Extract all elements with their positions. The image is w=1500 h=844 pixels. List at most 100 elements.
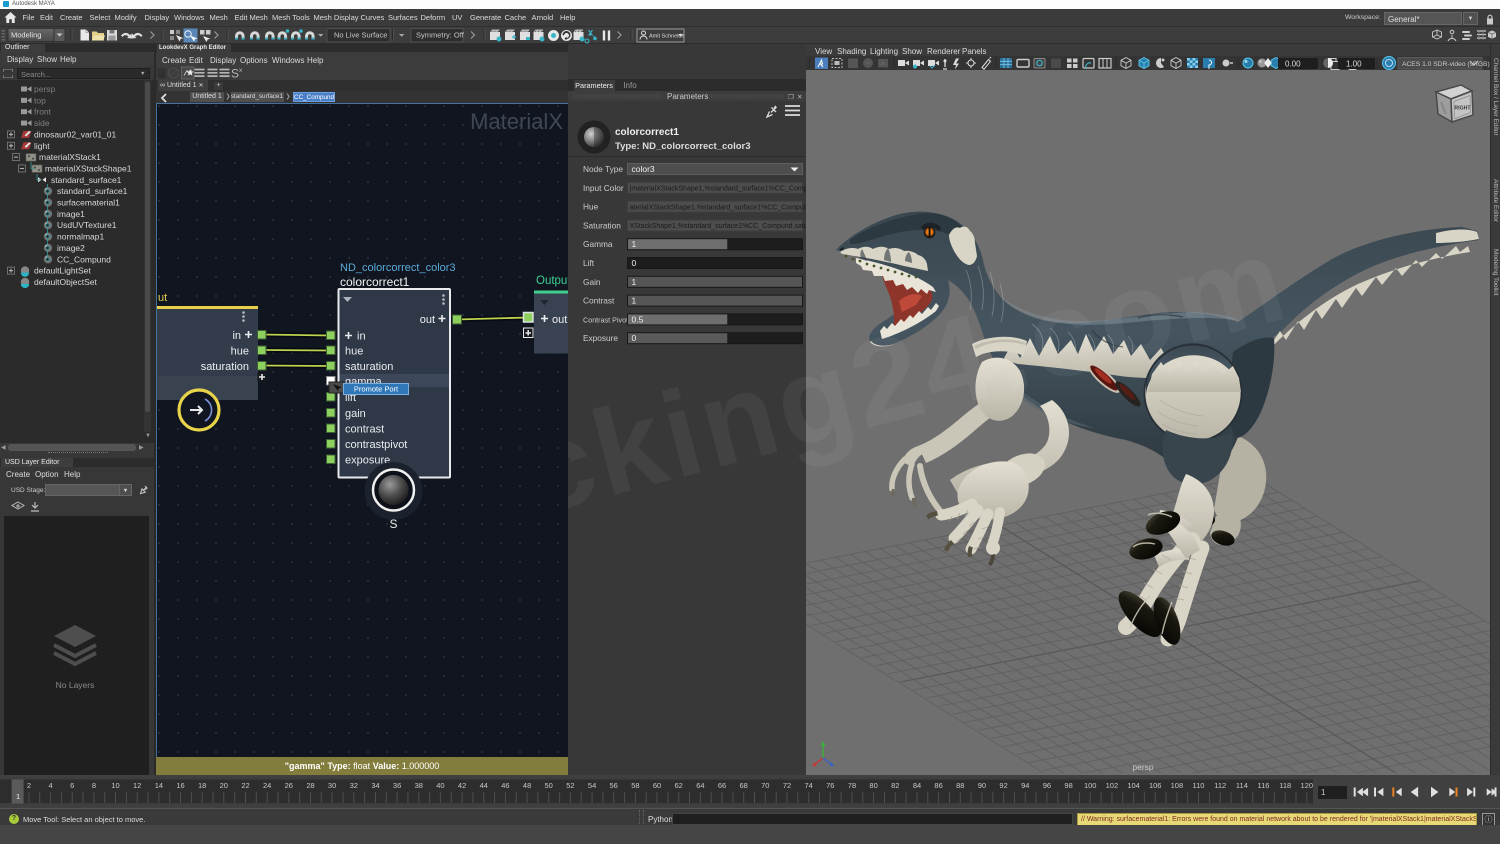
svg-text:Input Color: Input Color [583,183,624,193]
svg-text:Output: Output [536,275,569,287]
svg-text:side: side [34,118,50,128]
svg-text:28: 28 [306,781,314,790]
svg-text:12: 12 [133,781,141,790]
svg-text:S: S [231,67,239,81]
svg-text:Node Type: Node Type [583,164,623,174]
svg-text:contrastpivot: contrastpivot [345,439,407,451]
svg-text:62: 62 [675,781,683,790]
svg-text:4: 4 [49,781,53,790]
svg-text:standard_surface1: standard_surface1 [51,175,122,185]
svg-text:116: 116 [1258,781,1270,790]
svg-text:ut: ut [158,292,167,304]
svg-text:74: 74 [805,781,813,790]
svg-text:|materialXStackShape1,%standar: |materialXStackShape1,%standard_surface1… [630,186,807,193]
svg-text:22: 22 [241,781,249,790]
svg-text:66: 66 [718,781,726,790]
svg-text:S: S [389,517,397,531]
svg-text:materialXStack1: materialXStack1 [39,152,101,162]
svg-text:UsdUVTexture1: UsdUVTexture1 [57,220,117,230]
svg-text:Gain: Gain [583,277,601,287]
svg-text:in: in [357,331,366,343]
svg-text:XStackShape1,%standard_surface: XStackShape1,%standard_surface1%CC_Compu… [630,223,807,230]
svg-text:normalmap1: normalmap1 [57,232,105,242]
svg-text:1.00: 1.00 [1346,60,1362,69]
svg-text:34: 34 [371,781,379,790]
svg-text:36: 36 [393,781,401,790]
svg-text:84: 84 [913,781,921,790]
svg-text:86: 86 [934,781,942,790]
svg-text:aterialXStackShape1,%standard_: aterialXStackShape1,%standard_surface1%C… [630,204,807,211]
svg-text:persp: persp [34,84,56,94]
svg-text:1: 1 [16,792,20,801]
svg-text:top: top [34,95,46,105]
svg-text:46: 46 [501,781,509,790]
svg-text:64: 64 [696,781,704,790]
svg-text:94: 94 [1021,781,1029,790]
svg-text:1: 1 [632,277,637,287]
svg-text:light: light [34,141,50,151]
svg-text:dinosaur02_var01_01: dinosaur02_var01_01 [34,129,117,139]
svg-text:24: 24 [263,781,271,790]
svg-text:114: 114 [1236,781,1248,790]
svg-text:No Layers: No Layers [56,680,95,690]
svg-text:saturation: saturation [345,361,393,373]
svg-text:hue: hue [345,346,363,358]
svg-text:persp: persp [1132,762,1154,772]
svg-text:in: in [232,330,241,342]
svg-text:30: 30 [328,781,336,790]
svg-text:54: 54 [588,781,596,790]
svg-text:108: 108 [1171,781,1184,790]
svg-text:image2: image2 [57,243,85,253]
svg-text:6: 6 [70,781,74,790]
svg-text:CC_Compund: CC_Compund [57,254,111,264]
svg-text:42: 42 [458,781,466,790]
svg-text:Lift: Lift [583,258,595,268]
svg-text:58: 58 [631,781,639,790]
svg-text:106: 106 [1149,781,1162,790]
svg-text:0.00: 0.00 [1285,60,1301,69]
svg-text:colorcorrect1: colorcorrect1 [340,275,410,289]
svg-text:Saturation: Saturation [583,220,621,230]
svg-text:10: 10 [111,781,119,790]
svg-text:Hue: Hue [583,202,599,212]
svg-text:color3: color3 [632,164,655,174]
svg-text:8: 8 [92,781,96,790]
svg-text:Exposure: Exposure [583,333,618,343]
svg-text:MaterialX: MaterialX [470,109,563,134]
svg-text:32: 32 [350,781,358,790]
svg-text:0: 0 [632,333,637,343]
svg-text:Modeling: Modeling [11,31,41,40]
svg-text:0: 0 [632,258,637,268]
svg-text:materialXStackShape1: materialXStackShape1 [45,163,132,173]
svg-text:26: 26 [285,781,293,790]
svg-text:image1: image1 [57,209,85,219]
svg-text:Promote Port: Promote Port [354,385,399,394]
svg-text:RIGHT: RIGHT [1454,106,1471,112]
svg-text:60: 60 [653,781,661,790]
svg-text:surfacematerial1: surfacematerial1 [57,198,120,208]
svg-text:50: 50 [545,781,553,790]
svg-text:56: 56 [610,781,618,790]
svg-text:x: x [239,67,243,74]
svg-text:Contrast Pivot: Contrast Pivot [583,315,628,324]
svg-text:contrast: contrast [345,424,384,436]
svg-text:120: 120 [1301,781,1313,790]
svg-text:72: 72 [783,781,791,790]
svg-text:defaultObjectSet: defaultObjectSet [34,277,97,287]
svg-text:20: 20 [220,781,228,790]
svg-text:2: 2 [27,781,31,790]
svg-text:1: 1 [632,239,637,249]
svg-text:standard_surface1: standard_surface1 [57,186,128,196]
svg-text:48: 48 [523,781,531,790]
svg-text:112: 112 [1214,781,1226,790]
svg-text:out: out [420,314,435,326]
svg-text:hue: hue [231,346,249,358]
svg-text:out: out [552,314,567,326]
svg-text:gain: gain [345,408,366,420]
svg-text:82: 82 [891,781,899,790]
svg-text:0.5: 0.5 [632,314,644,324]
svg-text:16: 16 [176,781,184,790]
svg-text:18: 18 [198,781,206,790]
svg-text:98: 98 [1064,781,1072,790]
svg-text:100: 100 [1084,781,1097,790]
